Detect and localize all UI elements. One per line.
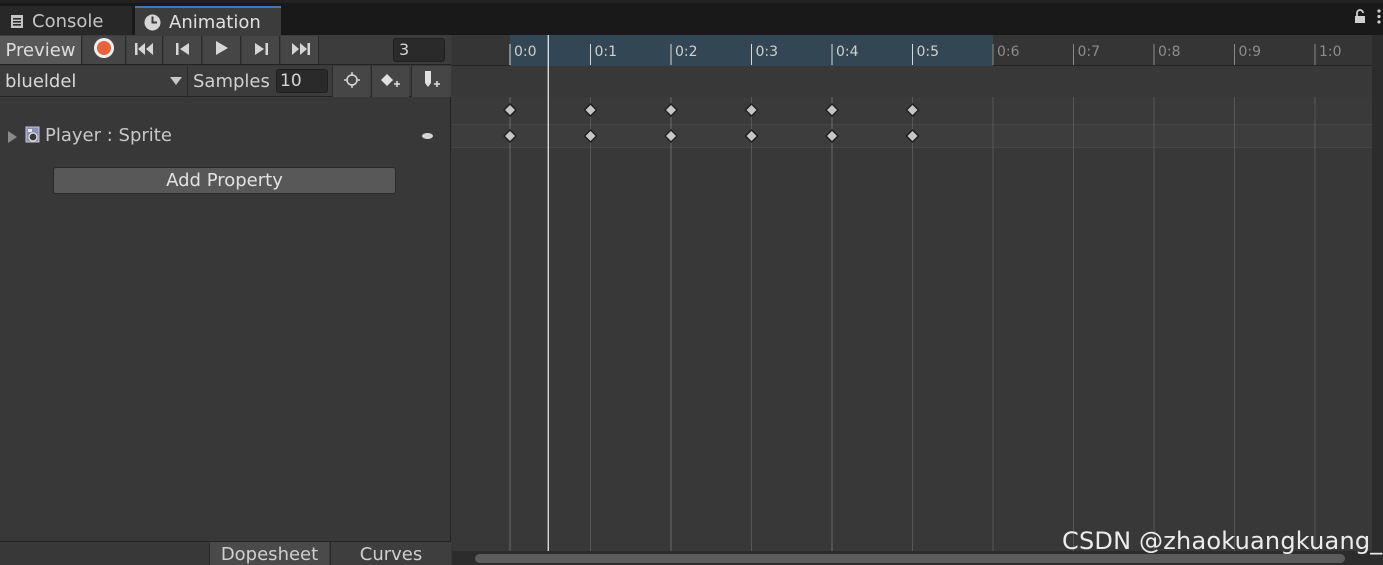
frame-field[interactable]: 3 — [393, 38, 445, 62]
record-icon — [93, 37, 115, 63]
record-button[interactable] — [83, 36, 126, 64]
step-forward-icon — [254, 41, 268, 60]
next-keyframe-button[interactable] — [242, 36, 280, 64]
ruler-tick-label: 0:5 — [917, 44, 940, 60]
sprite-renderer-icon — [25, 126, 41, 148]
property-row-player-sprite[interactable]: Player : Sprite — [0, 124, 451, 148]
play-button[interactable] — [203, 36, 241, 64]
preview-label: Preview — [5, 39, 76, 61]
summary-keyframe[interactable] — [503, 103, 517, 117]
tab-animation[interactable]: Animation — [135, 6, 281, 36]
summary-keyframe[interactable] — [583, 103, 598, 117]
crosshair-icon — [343, 71, 360, 92]
window-tab-bar: Console Animation — [0, 0, 1383, 36]
samples-label: Samples — [193, 71, 270, 92]
clip-dropdown[interactable]: blueldel — [0, 66, 188, 97]
animation-left-panel: Preview 3 blueldel Samples 10 Player: S… — [0, 35, 451, 565]
ruler-tick-label: 0:4 — [836, 44, 859, 60]
dopesheet-timeline[interactable]: 0:0 0:1 0:2 0:3 0:4 0:5 0:6 0:7 0:8 0:9 1:0 — [452, 35, 1383, 565]
property-keyframe[interactable] — [664, 129, 678, 143]
ruler-tick-label: 0:3 — [756, 44, 779, 60]
ruler-tick-label: 0:6 — [997, 44, 1020, 60]
tab-dopesheet[interactable]: Dopesheet — [209, 542, 329, 565]
add-property-button[interactable]: Add Property — [53, 167, 396, 194]
tab-console[interactable]: Console — [0, 6, 132, 36]
add-event-icon — [422, 70, 442, 94]
add-keyframe-button[interactable] — [371, 66, 409, 97]
summary-keyframe[interactable] — [664, 103, 678, 117]
skip-to-end-icon — [290, 41, 310, 60]
property-options-dot-icon[interactable] — [422, 133, 433, 139]
previous-keyframe-button[interactable] — [164, 36, 202, 64]
ruler-tick-label: 0:8 — [1158, 44, 1181, 60]
property-keyframe[interactable] — [583, 129, 598, 143]
window-controls — [1353, 9, 1381, 28]
ruler-tick-label: 0:0 — [514, 44, 537, 60]
summary-keyframe[interactable] — [744, 103, 759, 117]
chevron-down-icon — [170, 77, 182, 85]
clip-toolbar: blueldel Samples 10 — [0, 66, 451, 97]
ruler-tick-label: 0:2 — [675, 44, 698, 60]
property-label: Player : Sprite — [45, 125, 172, 146]
tab-console-label: Console — [32, 10, 104, 32]
vertical-scrollbar[interactable] — [1372, 35, 1383, 551]
horizontal-scrollbar-thumb[interactable] — [475, 554, 1345, 563]
more-options-icon[interactable] — [1377, 9, 1381, 28]
summary-keyframe[interactable] — [905, 103, 920, 117]
play-icon — [215, 40, 229, 60]
ruler-tick-label: 0:7 — [1078, 44, 1101, 60]
add-keyframe-icon — [380, 72, 402, 92]
skip-to-start-icon — [134, 41, 155, 60]
expand-arrow-icon[interactable] — [8, 131, 17, 143]
lock-icon[interactable] — [1353, 9, 1367, 28]
ruler-tick-label: 0:1 — [595, 44, 618, 60]
property-keyframe[interactable] — [503, 129, 517, 143]
first-keyframe-button[interactable] — [127, 36, 163, 64]
add-event-button[interactable] — [411, 66, 451, 97]
preview-button[interactable]: Preview — [0, 36, 82, 64]
tab-curves[interactable]: Curves — [330, 542, 451, 565]
summary-keyframe[interactable] — [825, 103, 839, 117]
tab-animation-label: Animation — [169, 11, 261, 33]
property-keyframe[interactable] — [825, 129, 839, 143]
clock-icon — [144, 14, 161, 31]
ruler-tick-label: 0:9 — [1239, 44, 1262, 60]
step-back-icon — [175, 41, 190, 60]
watermark: CSDN @zhaokuangkuang_ — [1062, 527, 1383, 555]
clip-name: blueldel — [5, 71, 77, 92]
playback-toolbar: Preview 3 — [0, 35, 451, 65]
last-keyframe-button[interactable] — [281, 36, 319, 64]
samples-field[interactable]: 10 — [276, 69, 328, 93]
filter-by-selection-button[interactable] — [332, 66, 370, 97]
timeline-canvas[interactable]: 0:0 0:1 0:2 0:3 0:4 0:5 0:6 0:7 0:8 0:9 1:0 — [452, 35, 1372, 551]
property-keyframe[interactable] — [744, 129, 759, 143]
console-icon — [10, 14, 24, 29]
ruler-tick-label: 1:0 — [1319, 44, 1342, 60]
property-keyframe[interactable] — [905, 129, 920, 143]
view-mode-tabs: Dopesheet Curves — [0, 541, 451, 565]
